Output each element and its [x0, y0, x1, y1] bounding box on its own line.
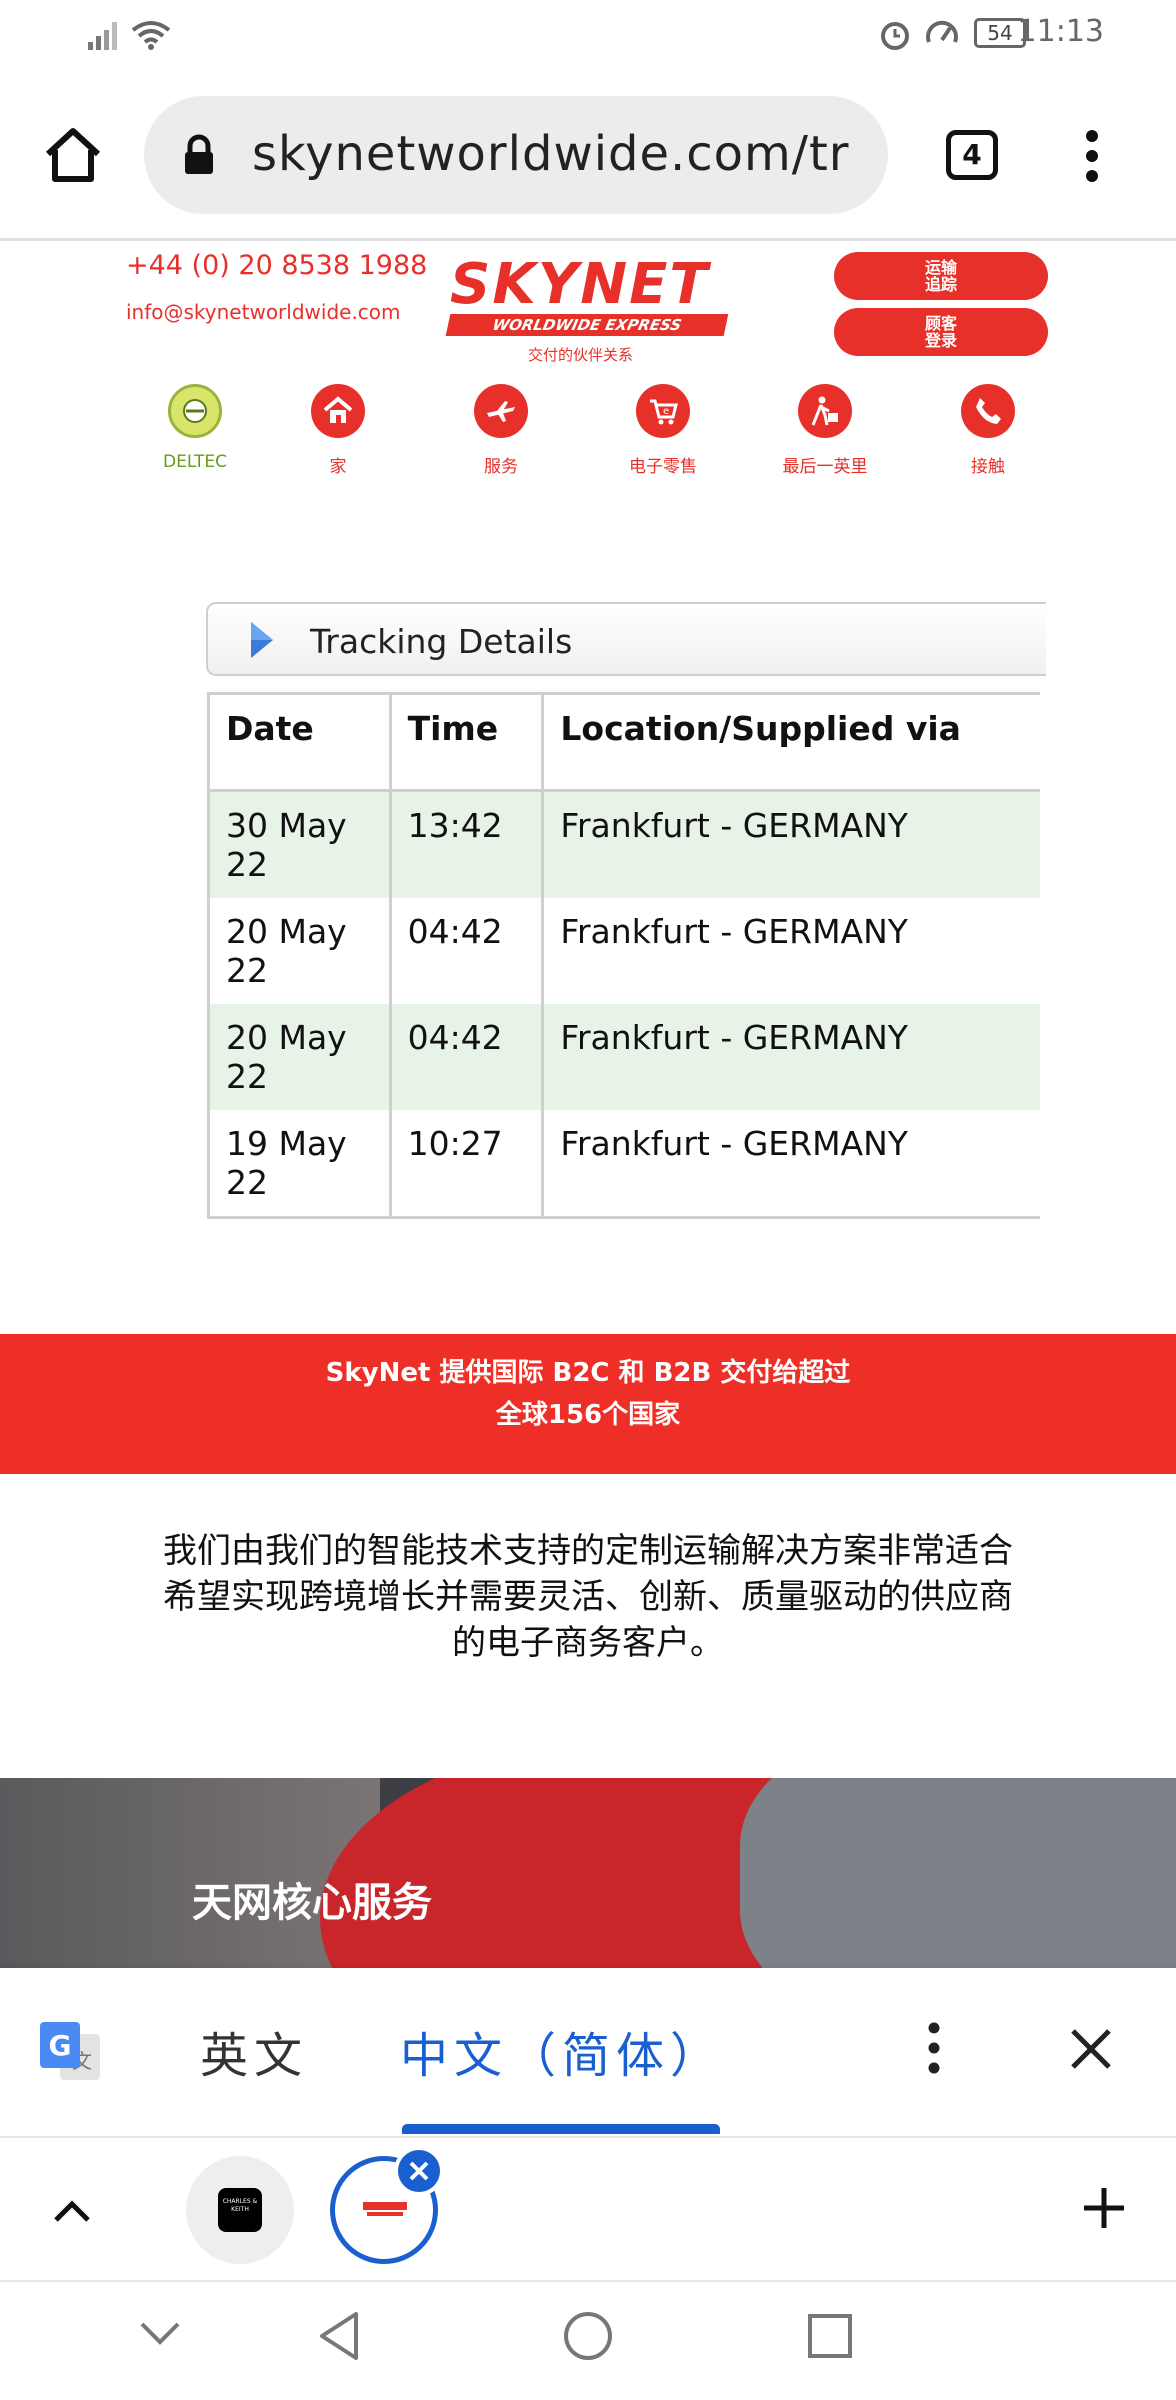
home-icon [311, 384, 365, 438]
column-header-date: Date [207, 692, 391, 792]
table-row: 30 May 22 13:42 Frankfurt - GERMANY [207, 790, 1040, 898]
ecommerce-icon: e [636, 384, 690, 438]
customer-login-button[interactable]: 顾客 登录 [834, 308, 1048, 356]
nav-item-last-mile[interactable]: 最后一英里 [755, 384, 895, 477]
phone-icon [961, 384, 1015, 438]
cell-date: 20 May 22 [207, 898, 391, 1004]
svg-text:e: e [663, 406, 669, 417]
cell-time: 04:42 [388, 898, 543, 1004]
tab-thumbnail[interactable]: CHARLES & KEITH [186, 2156, 294, 2264]
column-header-location: Location/Supplied via [541, 692, 1040, 792]
translate-bar: 文 G 英文 中文（简体） [0, 1968, 1176, 2136]
clock: 11:13 [1017, 14, 1104, 49]
tab-switcher-button[interactable]: 4 [946, 130, 998, 180]
contact-email[interactable]: info@skynetworldwide.com [126, 300, 401, 324]
courier-icon [798, 384, 852, 438]
table-row: 20 May 22 04:42 Frankfurt - GERMANY [207, 1004, 1040, 1110]
banner-line-1: SkyNet 提供国际 B2C 和 B2B 交付给超过 [325, 1358, 851, 1388]
table-header-row: Date Time Location/Supplied via [207, 692, 1040, 792]
cell-time: 13:42 [388, 790, 543, 898]
nav-item-home[interactable]: 家 [268, 384, 408, 477]
coverage-banner: SkyNet 提供国际 B2C 和 B2B 交付给超过 全球156个国家 [0, 1334, 1176, 1474]
close-icon[interactable] [1070, 2028, 1112, 2070]
wifi-icon [131, 21, 171, 50]
new-tab-icon[interactable] [1082, 2186, 1126, 2230]
nav-label: 电子零售 [629, 457, 697, 477]
cell-location: Frankfurt - GERMANY [541, 790, 1040, 898]
chevron-up-icon[interactable] [52, 2198, 92, 2224]
nav-item-ecommerce[interactable]: e 电子零售 [593, 384, 733, 477]
hero-title: 天网核心服务 [192, 1880, 432, 1926]
svg-text:G: G [49, 2029, 72, 2062]
table-row: 20 May 22 04:42 Frankfurt - GERMANY [207, 898, 1040, 1004]
banner-line-2: 全球156个国家 [495, 1400, 681, 1430]
logo-tagline: 交付的伙伴关系 [528, 346, 634, 364]
toolbar-divider [0, 238, 1176, 241]
cell-date: 19 May 22 [207, 1110, 391, 1219]
alarm-icon [881, 22, 909, 50]
deltec-icon [168, 384, 222, 438]
overflow-menu-icon[interactable] [1080, 128, 1104, 184]
active-tab-indicator [402, 2124, 720, 2134]
tracking-details-header[interactable]: Tracking Details [206, 602, 1046, 676]
status-bar: 54 11:13 [0, 0, 1176, 70]
home-nav-icon[interactable] [562, 2310, 614, 2362]
nav-label: 最后一英里 [782, 457, 868, 477]
cell-time: 04:42 [388, 1004, 543, 1110]
skynet-favicon [363, 2202, 407, 2216]
nav-label: 接触 [971, 457, 1005, 477]
chevron-down-icon[interactable] [138, 2320, 182, 2346]
recents-icon[interactable] [806, 2312, 854, 2360]
nav-item-contact[interactable]: 接触 [918, 384, 1058, 477]
speed-icon [926, 20, 958, 43]
column-header-time: Time [388, 692, 543, 792]
tracking-title: Tracking Details [310, 622, 573, 661]
tab-favicon: CHARLES & KEITH [218, 2188, 262, 2232]
contact-phone[interactable]: +44 (0) 20 8538 1988 [126, 250, 427, 281]
translate-menu-icon[interactable] [924, 2020, 944, 2076]
logo-band: WORLDWIDE EXPRESS [445, 314, 729, 336]
expand-arrow-icon [251, 622, 273, 658]
address-bar[interactable]: skynetworldwide.com/tr [144, 96, 888, 214]
intro-paragraph: 我们由我们的智能技术支持的定制运输解决方案非常适合希望实现跨境增长并需要灵活、创… [163, 1531, 1013, 1663]
home-button-icon[interactable] [42, 126, 104, 184]
browser-toolbar: skynetworldwide.com/tr 4 [0, 90, 1176, 220]
cell-date: 20 May 22 [207, 1004, 391, 1110]
lock-icon [185, 134, 213, 174]
close-icon [409, 2161, 429, 2181]
cell-date: 30 May 22 [207, 790, 391, 898]
signal-icon [88, 22, 117, 50]
nav-item-services[interactable]: 服务 [431, 384, 571, 477]
table-row: 19 May 22 10:27 Frankfurt - GERMANY [207, 1110, 1040, 1219]
skynet-logo[interactable]: SKYNET [450, 252, 710, 317]
nav-item-deltec[interactable]: DELTEC [125, 384, 265, 472]
close-tab-button[interactable] [394, 2146, 444, 2196]
nav-label: 家 [329, 457, 347, 477]
google-translate-icon[interactable]: 文 G [38, 2020, 104, 2086]
shipment-tracking-button[interactable]: 运输 追踪 [834, 252, 1048, 300]
tracking-table: Date Time Location/Supplied via 30 May 2… [207, 692, 1040, 1219]
target-language-tab[interactable]: 中文（简体） [400, 2016, 724, 2086]
hero-background [740, 1778, 1176, 1968]
cell-location: Frankfurt - GERMANY [541, 1004, 1040, 1110]
tab-strip: CHARLES & KEITH [0, 2136, 1176, 2280]
source-language-tab[interactable]: 英文 [200, 2016, 308, 2086]
core-services-hero: 天网核心服务 [0, 1778, 1176, 1968]
url-text[interactable]: skynetworldwide.com/tr [252, 126, 872, 182]
nav-label: 服务 [484, 457, 518, 477]
nav-label: DELTEC [163, 452, 227, 472]
cell-location: Frankfurt - GERMANY [541, 898, 1040, 1004]
back-icon[interactable] [316, 2310, 362, 2362]
system-nav-bar [0, 2280, 1176, 2400]
plane-icon [474, 384, 528, 438]
cell-time: 10:27 [388, 1110, 543, 1219]
cell-location: Frankfurt - GERMANY [541, 1110, 1040, 1219]
